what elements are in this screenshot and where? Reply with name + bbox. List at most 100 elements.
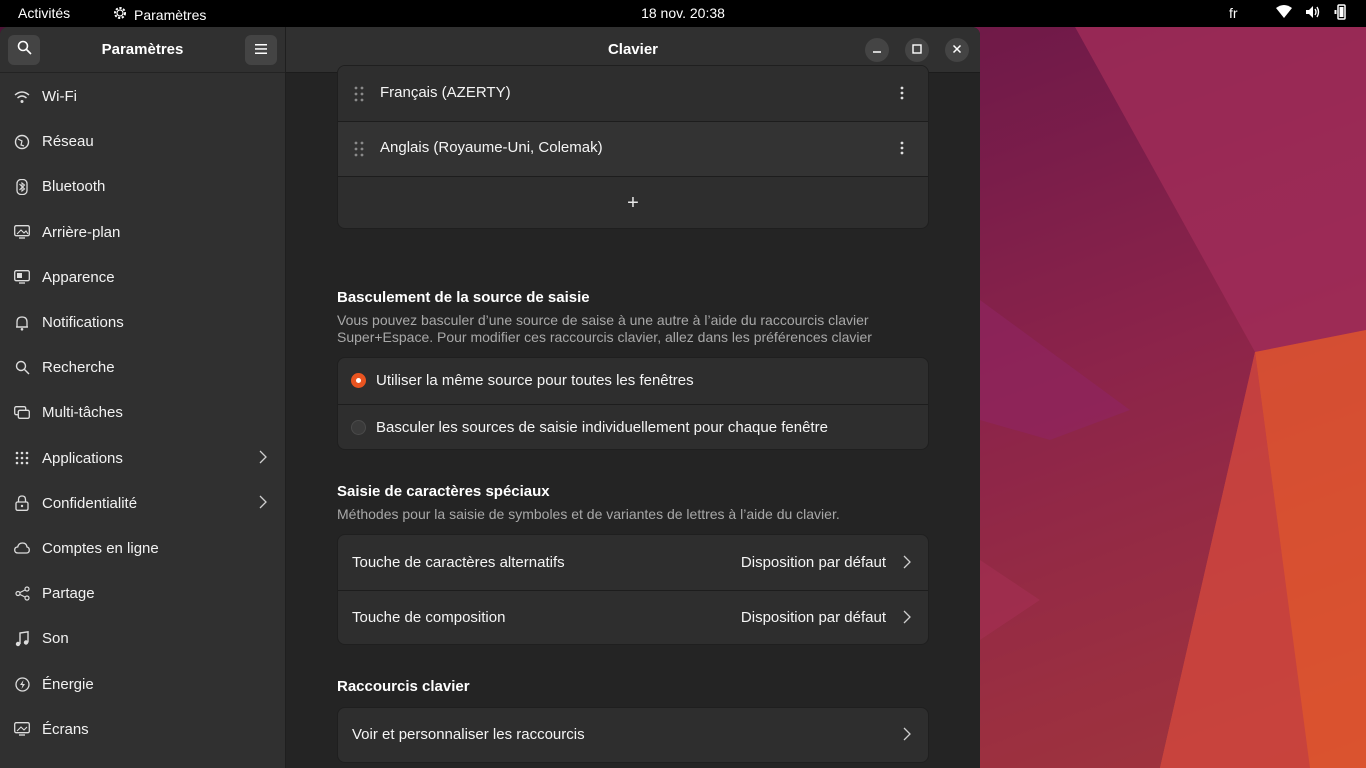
- minimize-button[interactable]: [865, 38, 889, 62]
- switching-description: Vous pouvez basculer d’une source de sai…: [337, 312, 929, 346]
- cloud-icon: [14, 540, 30, 556]
- wifi-icon: [14, 89, 30, 105]
- radio-option-label: Basculer les sources de saisie individue…: [376, 419, 828, 436]
- sidebar-item-label: Écrans: [42, 720, 89, 738]
- switching-section-title: Basculement de la source de saisie: [337, 289, 590, 306]
- add-icon: +: [627, 192, 639, 214]
- close-button[interactable]: [945, 38, 969, 62]
- activities-button[interactable]: Activités: [18, 5, 70, 21]
- sidebar-item-online-accounts[interactable]: Comptes en ligne: [0, 526, 285, 571]
- special-chars-section-title: Saisie de caractères spéciaux: [337, 483, 550, 500]
- special-chars-description: Méthodes pour la saisie de symboles et d…: [337, 506, 840, 522]
- maximize-icon: [912, 41, 922, 59]
- top-bar: Activités Paramètres 18 nov. 20:38 fr: [0, 0, 1366, 27]
- sidebar-item-label: Wi-Fi: [42, 88, 77, 106]
- compose-key-row[interactable]: Touche de composition Disposition par dé…: [338, 591, 928, 644]
- sidebar-item-label: Confidentialité: [42, 494, 138, 512]
- input-source-label: Français (AZERTY): [380, 84, 511, 101]
- alternate-chars-key-row[interactable]: Touche de caractères alternatifs Disposi…: [338, 535, 928, 590]
- sidebar-item-label: Comptes en ligne: [42, 539, 159, 557]
- radio-option-per-window[interactable]: Basculer les sources de saisie individue…: [338, 405, 928, 449]
- wifi-status-icon: [1276, 5, 1292, 22]
- display-icon: [14, 721, 30, 737]
- share-icon: [14, 586, 30, 602]
- main-panel: Clavier Français (AZERTY) Anglais (Royau…: [286, 27, 980, 768]
- switching-options-card: Utiliser la même source pour toutes les …: [337, 357, 929, 450]
- view-shortcuts-row[interactable]: Voir et personnaliser les raccourcis: [338, 708, 928, 762]
- sidebar-item-search[interactable]: Recherche: [0, 345, 285, 390]
- special-chars-card: Touche de caractères alternatifs Disposi…: [337, 534, 929, 645]
- row-label: Touche de composition: [352, 609, 506, 626]
- sidebar-item-appearance[interactable]: Apparence: [0, 255, 285, 300]
- chevron-right-icon: [903, 727, 911, 745]
- sidebar-item-power[interactable]: Énergie: [0, 661, 285, 706]
- clock-button[interactable]: 18 nov. 20:38: [641, 5, 725, 21]
- sidebar-item-displays[interactable]: Écrans: [0, 707, 285, 752]
- volume-icon: [1305, 5, 1321, 22]
- apps-grid-icon: [14, 450, 30, 466]
- sidebar-item-notifications[interactable]: Notifications: [0, 300, 285, 345]
- sidebar-item-label: Énergie: [42, 675, 94, 693]
- bell-icon: [14, 315, 30, 331]
- radio-button-unselected[interactable]: [351, 420, 366, 435]
- sidebar-item-label: Arrière-plan: [42, 223, 121, 241]
- input-source-row[interactable]: Anglais (Royaume-Uni, Colemak): [338, 122, 928, 176]
- drag-handle-icon[interactable]: [354, 86, 364, 106]
- sidebar: Paramètres Wi-Fi Réseau Bluetooth Arrièr…: [0, 27, 286, 768]
- add-input-source-button[interactable]: +: [338, 177, 928, 228]
- sidebar-item-bluetooth[interactable]: Bluetooth: [0, 164, 285, 209]
- sidebar-item-wifi[interactable]: Wi-Fi: [0, 74, 285, 119]
- app-menu-button[interactable]: Paramètres: [112, 5, 206, 24]
- sidebar-header: Paramètres: [0, 27, 285, 73]
- switching-description-line1: Vous pouvez basculer d’une source de sai…: [337, 312, 869, 328]
- sidebar-item-label: Apparence: [42, 268, 115, 286]
- settings-gear-icon: [112, 5, 128, 24]
- network-icon: [14, 134, 30, 150]
- keyboard-layout-indicator[interactable]: fr: [1229, 5, 1238, 21]
- sidebar-item-label: Partage: [42, 585, 95, 603]
- sidebar-item-label: Réseau: [42, 133, 94, 151]
- radio-option-same-source[interactable]: Utiliser la même source pour toutes les …: [338, 358, 928, 404]
- battery-icon: [1334, 4, 1348, 23]
- row-label: Voir et personnaliser les raccourcis: [352, 726, 585, 743]
- main-menu-button[interactable]: [245, 35, 277, 65]
- close-icon: [952, 41, 962, 59]
- chevron-right-icon: [903, 555, 911, 573]
- power-icon: [14, 676, 30, 692]
- sidebar-item-privacy[interactable]: Confidentialité: [0, 481, 285, 526]
- input-source-row[interactable]: Français (AZERTY): [338, 66, 928, 121]
- sidebar-item-multitasking[interactable]: Multi-tâches: [0, 390, 285, 435]
- radio-button-selected[interactable]: [351, 373, 366, 388]
- sidebar-title: Paramètres: [101, 41, 184, 58]
- hamburger-menu-icon: [255, 41, 267, 59]
- sidebar-list: Wi-Fi Réseau Bluetooth Arrière-plan Appa…: [0, 74, 285, 752]
- sidebar-item-label: Recherche: [42, 359, 115, 377]
- multitasking-icon: [14, 405, 30, 421]
- chevron-right-icon: [903, 610, 911, 628]
- switching-description-line2: Super+Espace. Pour modifier ces raccourc…: [337, 329, 872, 345]
- chevron-right-icon: [259, 495, 267, 513]
- sidebar-item-label: Multi-tâches: [42, 404, 123, 422]
- music-note-icon: [14, 630, 30, 647]
- maximize-button[interactable]: [905, 38, 929, 62]
- radio-option-label: Utiliser la même source pour toutes les …: [376, 372, 694, 389]
- app-menu-label: Paramètres: [134, 6, 207, 23]
- input-sources-list: Français (AZERTY) Anglais (Royaume-Uni, …: [337, 65, 929, 229]
- appearance-icon: [14, 269, 30, 285]
- more-options-icon[interactable]: [900, 141, 904, 159]
- sidebar-item-applications[interactable]: Applications: [0, 436, 285, 481]
- more-options-icon[interactable]: [900, 86, 904, 104]
- sidebar-item-sharing[interactable]: Partage: [0, 571, 285, 616]
- sidebar-item-label: Applications: [42, 449, 123, 467]
- sidebar-item-background[interactable]: Arrière-plan: [0, 210, 285, 255]
- sidebar-item-network[interactable]: Réseau: [0, 119, 285, 164]
- sidebar-item-sound[interactable]: Son: [0, 616, 285, 661]
- sidebar-item-label: Bluetooth: [42, 178, 106, 196]
- system-tray[interactable]: [1276, 4, 1348, 23]
- chevron-right-icon: [259, 450, 267, 468]
- row-value: Disposition par défaut: [740, 609, 886, 626]
- lock-icon: [14, 495, 30, 512]
- shortcuts-section-title: Raccourcis clavier: [337, 678, 470, 695]
- minimize-icon: [872, 41, 882, 59]
- drag-handle-icon[interactable]: [354, 141, 364, 161]
